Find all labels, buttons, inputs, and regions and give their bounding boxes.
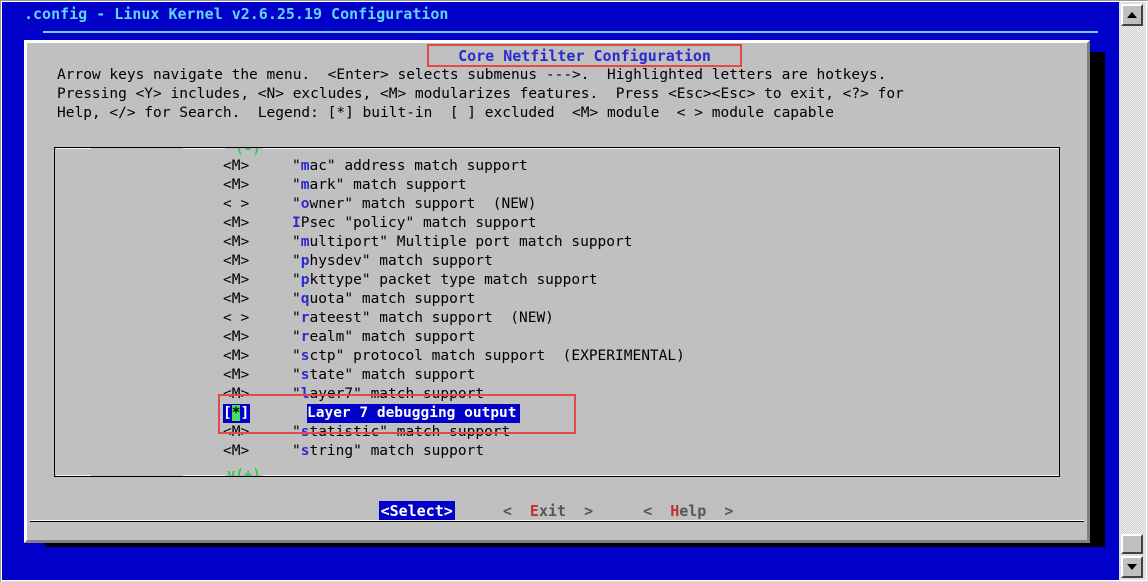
menu-item-label: "quota" match support (292, 291, 476, 307)
menu-item-flag: < > (223, 196, 250, 212)
menu-item[interactable]: <M> "multiport" Multiple port match suppo… (55, 233, 1059, 252)
menu-item-flag: <M> (223, 367, 250, 383)
scroll-down-marker: v(+) (225, 468, 263, 476)
button-hotkey: H (670, 501, 680, 520)
menu-item[interactable]: <M> "pkttype" packet type match support (55, 271, 1059, 290)
menu-item-label: "owner" match support (NEW) (292, 196, 537, 212)
menu-item-hotkey: o (300, 196, 310, 212)
menu-item-hotkey: s (300, 424, 310, 440)
button-select[interactable]: <Select> (378, 500, 455, 522)
menu-item-hotkey: s (300, 443, 310, 459)
menu-item-flag: <M> (223, 215, 250, 231)
menu-item-label: "string" match support (292, 443, 485, 459)
dialog-title-annotation: Core Netfilter Configuration (427, 44, 742, 67)
menu-item-flag: <M> (223, 253, 250, 269)
button-help[interactable]: < Help > (641, 501, 735, 522)
menu-item-hotkey: s (300, 367, 310, 383)
button-hotkey: S (389, 501, 399, 520)
menu-item-flag: <M> (223, 234, 250, 250)
menu-item-flag: <M> (223, 329, 250, 345)
menu-item-label: "rateest" match support (NEW) (292, 310, 554, 326)
menu-item-label: Layer 7 debugging output (307, 404, 520, 423)
menu-item-hotkey: m (300, 177, 310, 193)
scroll-down-button[interactable] (1121, 556, 1143, 578)
menu-item-label: "mark" match support (292, 177, 467, 193)
menu-item-label: "multiport" Multiple port match support (292, 234, 633, 250)
menu-item-hotkey: p (300, 253, 310, 269)
help-text: Arrow keys navigate the menu. <Enter> se… (57, 66, 1077, 123)
help-line: Help, </> for Search. Legend: [*] built-… (57, 105, 834, 121)
help-line: Pressing <Y> includes, <N> excludes, <M>… (57, 86, 904, 102)
menu-item[interactable]: <M> "quota" match support (55, 290, 1059, 309)
menu-item[interactable]: <M> "mac" address match support (55, 157, 1059, 176)
menu-item-hotkey: I (292, 215, 301, 231)
help-line: Arrow keys navigate the menu. <Enter> se… (57, 67, 887, 83)
menu-item-flag: <M> (223, 291, 250, 307)
menu-item-hotkey: r (300, 329, 310, 345)
menu-item[interactable]: [*] Layer 7 debugging output (55, 404, 1059, 423)
window-scrollbar[interactable] (1119, 2, 1146, 580)
menu-item[interactable]: < > "owner" match support (NEW) (55, 195, 1059, 214)
menu-item-label: "statistic" match support (292, 424, 511, 440)
button-hotkey: E (529, 501, 539, 520)
menu-item-label: "sctp" protocol match support (EXPERIMEN… (292, 348, 685, 364)
menu-item[interactable]: < > "rateest" match support (NEW) (55, 309, 1059, 328)
menu-item[interactable]: <M> "realm" match support (55, 328, 1059, 347)
menu-item-flag: <M> (223, 177, 250, 193)
menu-item-label: "pkttype" packet type match support (292, 272, 598, 288)
window-title: .config - Linux Kernel v2.6.25.19 Config… (24, 5, 449, 23)
menu-item-flag: <M> (223, 443, 250, 459)
menu-item-hotkey: m (300, 234, 310, 250)
menu-item-hotkey: q (300, 291, 310, 307)
list-bottom-rule-left (56, 475, 91, 476)
menu-item-label: "mac" address match support (292, 158, 528, 174)
list-top-rule (183, 148, 1059, 149)
menu-item-label: IPsec "policy" match support (292, 215, 537, 231)
menu-item-hotkey: s (300, 348, 310, 364)
menu-item[interactable]: <M> "state" match support (55, 366, 1059, 385)
cursor-star: * (231, 405, 241, 421)
menu-item-label: "state" match support (292, 367, 476, 383)
list-bottom-rule (183, 475, 1059, 476)
scrollbar-thumb[interactable] (1121, 534, 1143, 554)
menu-item[interactable]: <M> "sctp" protocol match support (EXPERI… (55, 347, 1059, 366)
menu-item-label: "physdev" match support (292, 253, 493, 269)
config-dialog: Core Netfilter Configuration Arrow keys … (24, 40, 1090, 543)
menu-item-label: "layer7" match support (292, 386, 485, 402)
menu-item-hotkey: l (300, 386, 310, 402)
menu-item[interactable]: <M> "physdev" match support (55, 252, 1059, 271)
menu-item-hotkey: m (300, 158, 310, 174)
menu-item-flag: <M> (223, 424, 250, 440)
scroll-up-marker: ^(-) (225, 148, 263, 156)
menu-item[interactable]: <M> "statistic" match support (55, 423, 1059, 442)
menu-item[interactable]: <M> "layer7" match support (55, 385, 1059, 404)
menu-item[interactable]: <M> "string" match support (55, 442, 1059, 461)
menu-item-flag: < > (223, 310, 250, 326)
menu-item-flag: [*] (223, 404, 251, 423)
menu-item-hotkey: p (300, 272, 310, 288)
dialog-title: Core Netfilter Configuration (458, 46, 711, 65)
button-exit[interactable]: < Exit > (501, 501, 595, 522)
triangle-up-icon (1127, 12, 1137, 18)
title-separator (43, 31, 1098, 33)
menu-item-flag: <M> (223, 158, 250, 174)
triangle-down-icon (1127, 564, 1137, 570)
list-top-rule-left (56, 148, 91, 149)
menu-item-container: <M> "mac" address match support <M> "mark" … (55, 157, 1059, 461)
menu-item-flag: <M> (223, 348, 250, 364)
dialog-footer-rule (30, 521, 1084, 522)
scroll-up-button[interactable] (1121, 4, 1143, 26)
menu-item-hotkey: r (300, 310, 310, 326)
menu-item-label: "realm" match support (292, 329, 476, 345)
menu-item-flag: <M> (223, 272, 250, 288)
menu-item-flag: <M> (223, 386, 250, 402)
screenshot-root: .config - Linux Kernel v2.6.25.19 Config… (0, 0, 1148, 582)
menu-list[interactable]: ^(-) v(+) <M> "mac" address match support… (54, 147, 1060, 477)
terminal-canvas: .config - Linux Kernel v2.6.25.19 Config… (2, 2, 1119, 580)
menu-item[interactable]: <M> IPsec "policy" match support (55, 214, 1059, 233)
menu-item[interactable]: <M> "mark" match support (55, 176, 1059, 195)
